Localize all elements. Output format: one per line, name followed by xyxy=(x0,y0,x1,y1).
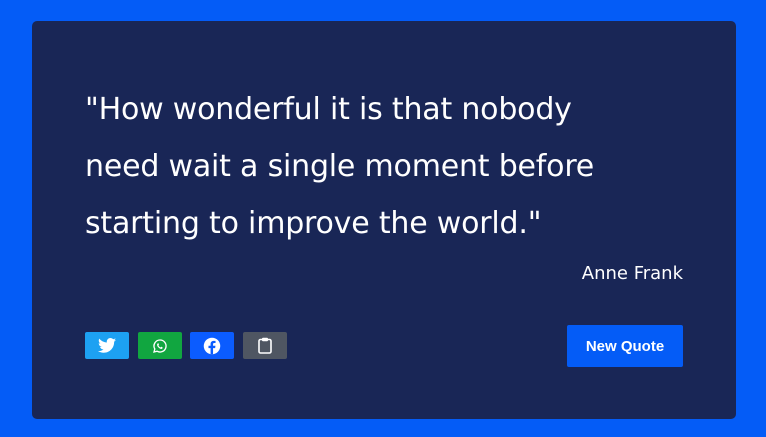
facebook-icon xyxy=(203,337,221,355)
share-twitter-button[interactable] xyxy=(85,332,129,359)
clipboard-icon xyxy=(258,337,272,354)
whatsapp-icon xyxy=(152,338,168,354)
new-quote-button[interactable]: New Quote xyxy=(567,325,683,367)
share-facebook-button[interactable] xyxy=(190,332,234,359)
quote-card: "How wonderful it is that nobody need wa… xyxy=(32,21,736,419)
quote-author: Anne Frank xyxy=(581,263,683,284)
quote-text: "How wonderful it is that nobody need wa… xyxy=(85,92,595,241)
copy-quote-button[interactable] xyxy=(243,332,287,359)
share-whatsapp-button[interactable] xyxy=(138,332,182,359)
twitter-icon xyxy=(98,338,116,353)
